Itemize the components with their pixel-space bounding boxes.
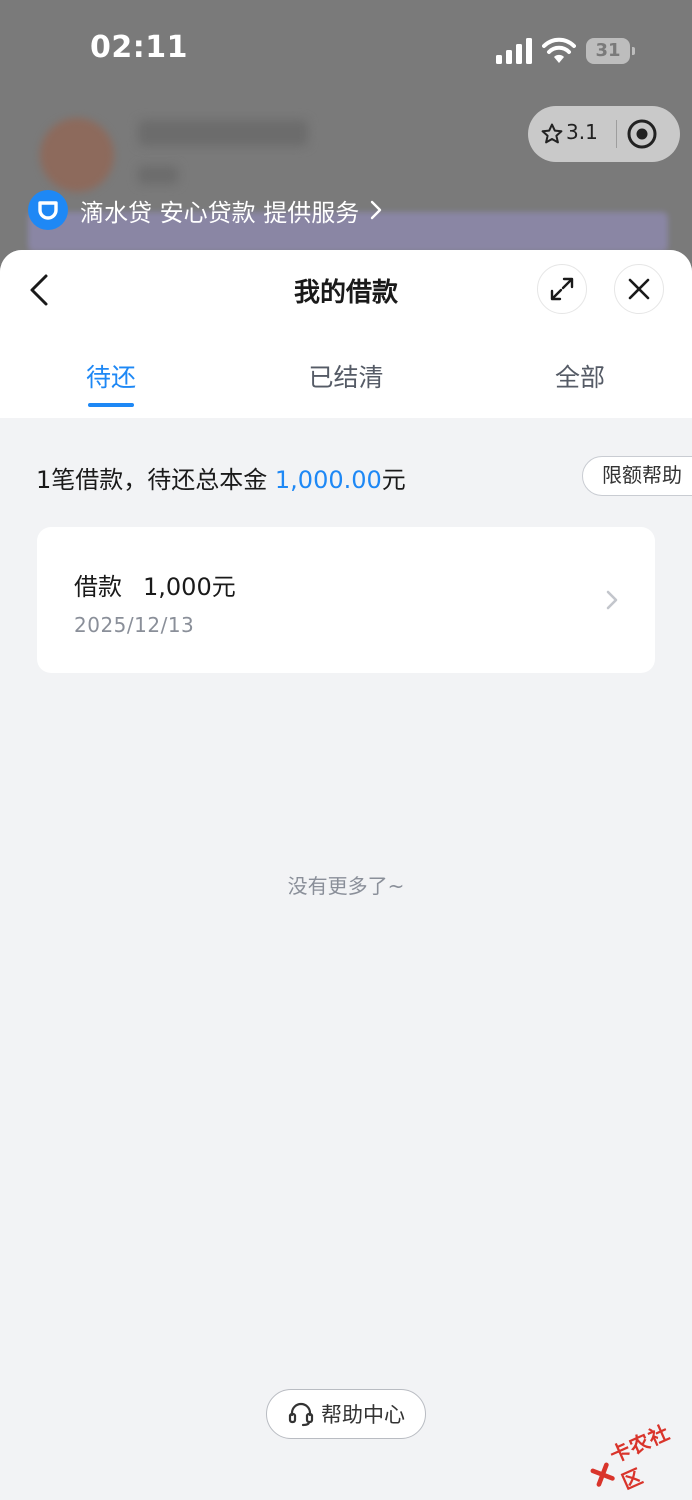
active-tab-indicator — [88, 403, 134, 407]
summary-suffix: 元 — [381, 466, 406, 494]
loan-card[interactable]: 借款 1,000元 2025/12/13 — [37, 527, 655, 673]
loan-title: 借款 — [74, 573, 122, 601]
provider-link[interactable]: 滴水贷 安心贷款 提供服务 — [28, 190, 383, 230]
sheet-title: 我的借款 — [293, 278, 398, 308]
loan-summary: 1笔借款，待还总本金 1,000.00元 — [36, 460, 406, 495]
headset-icon — [288, 1402, 314, 1427]
didi-logo-icon — [28, 190, 68, 230]
tab-pending[interactable]: 待还 — [41, 358, 181, 394]
avatar — [40, 118, 114, 192]
cellular-signal-icon — [496, 38, 532, 64]
expand-button[interactable] — [537, 264, 587, 314]
summary-amount: 1,000.00 — [274, 466, 382, 494]
wifi-icon — [542, 37, 576, 63]
rating-value: 3.1 — [566, 120, 598, 144]
mini-program-capsule: 3.1 — [528, 106, 680, 162]
close-button[interactable] — [614, 264, 664, 314]
provider-text: 滴水贷 安心贷款 提供服务 — [80, 198, 360, 227]
close-icon — [628, 278, 650, 300]
record-target-icon[interactable] — [624, 116, 660, 152]
chevron-right-icon — [606, 590, 618, 610]
help-center-button[interactable]: 帮助中心 — [266, 1389, 426, 1439]
capsule-divider — [616, 120, 617, 148]
blurred-subtitle — [138, 166, 178, 184]
summary-prefix: 1笔借款，待还总本金 — [36, 466, 275, 494]
tab-settled[interactable]: 已结清 — [276, 358, 416, 394]
star-icon[interactable] — [540, 122, 564, 146]
sheet-header: 我的借款 待还 已结清 全部 — [0, 250, 692, 418]
help-center-label: 帮助中心 — [321, 1403, 405, 1427]
no-more-text: 没有更多了~ — [287, 874, 405, 898]
loan-date: 2025/12/13 — [74, 613, 195, 637]
tab-all[interactable]: 全部 — [510, 358, 650, 394]
blurred-username — [138, 120, 308, 146]
expand-icon — [550, 277, 574, 301]
loan-status-tabs: 待还 已结清 全部 — [0, 350, 692, 418]
chevron-right-icon — [371, 200, 382, 220]
limit-help-button[interactable]: 限额帮助 — [582, 456, 692, 496]
loan-amount: 1,000元 — [143, 573, 236, 601]
loans-sheet: 我的借款 待还 已结清 全部 1笔借款，待还总本金 1,000.00元 限额帮助… — [0, 250, 692, 1500]
battery-level: 31 — [595, 40, 621, 61]
battery-icon: 31 — [586, 38, 635, 64]
status-bar: 02:11 31 — [0, 0, 692, 100]
status-time: 02:11 — [90, 30, 188, 65]
